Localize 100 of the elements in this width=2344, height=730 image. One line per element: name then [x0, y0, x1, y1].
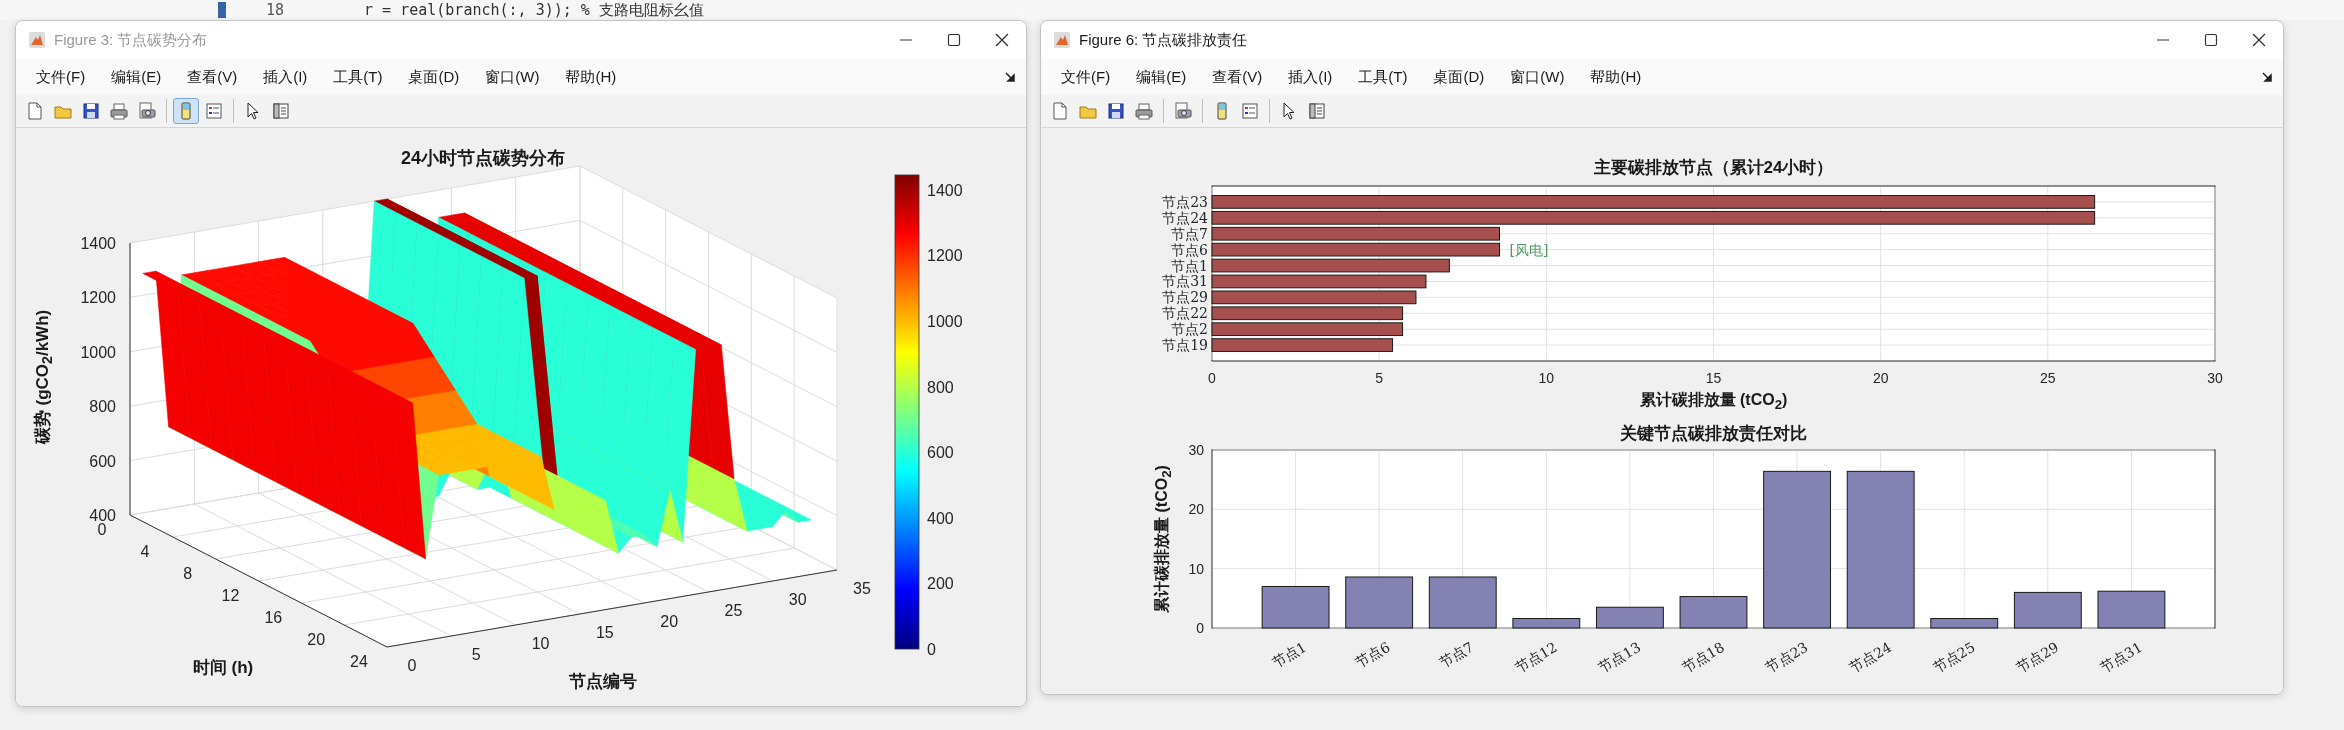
property-inspector-icon — [1307, 101, 1327, 121]
dock-arrow-icon[interactable] — [1004, 71, 1016, 83]
category-label: 节点22 — [1162, 305, 1208, 322]
tick-label: 4 — [140, 543, 150, 560]
bar — [1596, 606, 1664, 629]
tick-label: 5 — [471, 646, 481, 663]
tick-label: 30 — [788, 591, 807, 608]
menu-item[interactable]: 文件(F) — [1051, 63, 1121, 91]
category-label: 节点23 — [1162, 193, 1208, 210]
code-line: r = real(branch(:, 3)); % 支路电阻标幺值 — [364, 0, 704, 20]
menu-item[interactable]: 桌面(D) — [1423, 63, 1495, 91]
menu-item[interactable]: 插入(I) — [253, 63, 318, 91]
bar — [2013, 591, 2082, 629]
tick-label: 0 — [97, 521, 107, 538]
bar — [1345, 576, 1414, 629]
axis-label: 累计碳排放量 (tCO$_{2}$) — [1639, 390, 1788, 413]
tick-label: 0 — [1208, 370, 1216, 386]
tick-label: 12 — [221, 587, 240, 604]
tick-label: 0 — [407, 657, 417, 674]
dock-arrow-icon[interactable] — [2261, 71, 2273, 83]
printer-icon — [1134, 101, 1154, 121]
annotation-label: [风电] — [1509, 241, 1549, 258]
category-label: 节点24 — [1846, 638, 1895, 676]
category-label: 节点1 — [1171, 257, 1208, 274]
property-inspector-icon — [271, 101, 291, 121]
legend-icon — [1240, 101, 1260, 121]
maximize-icon — [947, 33, 961, 47]
close-icon — [2252, 33, 2266, 47]
print-preview-icon — [1173, 101, 1193, 121]
legend-icon — [204, 101, 224, 121]
menu-item[interactable]: 查看(V) — [1202, 63, 1273, 91]
tick-label: 1400 — [927, 181, 963, 199]
menu-item[interactable]: 编辑(E) — [101, 63, 172, 91]
menu-item[interactable]: 插入(I) — [1278, 63, 1343, 91]
menu-item[interactable]: 编辑(E) — [1126, 63, 1197, 91]
category-label: 节点24 — [1162, 209, 1208, 226]
tick-label: 1400 — [80, 235, 116, 252]
tick-label: 30 — [2207, 370, 2223, 386]
printer-icon — [109, 101, 129, 121]
maximize-icon — [2204, 33, 2218, 47]
new-file-icon — [25, 101, 45, 121]
tick-label: 200 — [927, 575, 954, 593]
menu-item[interactable]: 工具(T) — [323, 63, 393, 91]
chart-title: 24小时节点碳势分布 — [401, 147, 565, 170]
category-label: 节点31 — [2097, 638, 2145, 676]
save-icon — [1106, 101, 1126, 121]
peak-logo-icon — [28, 31, 46, 49]
tick-label: 600 — [927, 444, 954, 462]
chart-title: 关键节点碳排放责任对比 — [1620, 423, 1807, 445]
bar — [1512, 618, 1581, 629]
menu-item[interactable]: 帮助(H) — [555, 63, 627, 91]
category-label: 节点1 — [1269, 638, 1310, 672]
tick-label: 1200 — [80, 289, 116, 307]
category-label: 节点12 — [1512, 638, 1560, 676]
tick-label: 0 — [927, 641, 936, 658]
category-label: 节点25 — [1930, 638, 1978, 676]
menu-item[interactable]: 帮助(H) — [1580, 63, 1652, 91]
category-label: 节点7 — [1436, 638, 1477, 672]
tick-label: 600 — [89, 452, 116, 470]
tick-label: 1000 — [80, 343, 116, 361]
line-number: 18 — [266, 1, 285, 19]
tick-label: 24 — [350, 653, 368, 670]
tick-label: 20 — [660, 613, 679, 630]
tick-label: 0 — [1196, 620, 1204, 636]
tick-label: 35 — [853, 580, 871, 597]
bar — [1679, 596, 1748, 629]
print-preview-icon — [137, 101, 157, 121]
menu-item[interactable]: 工具(T) — [1348, 63, 1418, 91]
menu-item[interactable]: 文件(F) — [26, 63, 96, 91]
tick-label: 10 — [531, 635, 550, 652]
tick-label: 10 — [1538, 370, 1555, 386]
menu-item[interactable]: 窗口(W) — [1500, 63, 1575, 91]
category-label: 节点31 — [1162, 273, 1208, 290]
tick-label: 25 — [2040, 370, 2056, 386]
tick-label: 5 — [1375, 370, 1384, 386]
tick-label: 25 — [724, 602, 743, 619]
peak-logo-icon — [1053, 31, 1071, 49]
category-label: 节点6 — [1171, 241, 1208, 258]
tick-label: 800 — [89, 398, 116, 416]
axis-label: 时间 (h) — [192, 657, 254, 679]
new-file-icon — [1050, 101, 1070, 121]
tick-label: 20 — [307, 631, 326, 648]
colorbar-button[interactable] — [173, 98, 199, 124]
tick-label: 400 — [927, 509, 954, 527]
category-label: 节点23 — [1762, 638, 1811, 676]
tick-label: 15 — [595, 624, 614, 641]
category-label: 节点19 — [1162, 337, 1208, 354]
category-label: 节点2 — [1171, 321, 1208, 338]
close-icon — [995, 33, 1009, 47]
menu-item[interactable]: 窗口(W) — [475, 63, 550, 91]
save-icon — [81, 101, 101, 121]
category-label: 节点13 — [1595, 638, 1644, 676]
tick-label: 15 — [1705, 370, 1722, 386]
tick-label: 800 — [927, 378, 954, 396]
category-label: 节点29 — [1162, 289, 1208, 306]
menu-item[interactable]: 查看(V) — [177, 63, 248, 91]
tick-label: 1200 — [927, 247, 963, 265]
category-label: 节点18 — [1679, 638, 1727, 676]
axis-label: 节点编号 — [569, 671, 637, 693]
menu-item[interactable]: 桌面(D) — [398, 63, 470, 91]
